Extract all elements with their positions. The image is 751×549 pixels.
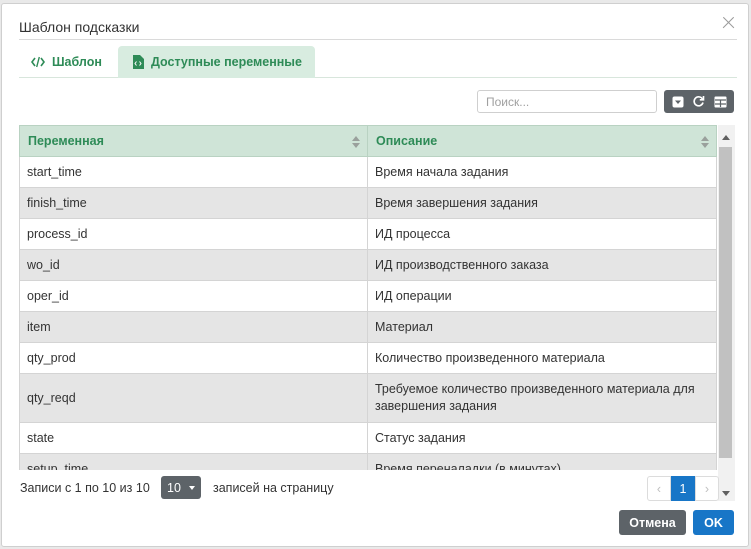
next-page-button[interactable]: ›: [695, 476, 719, 501]
cell-description: Требуемое количество произведенного мате…: [367, 373, 717, 423]
table-row[interactable]: wo_id ИД производственного заказа: [19, 249, 717, 281]
refresh-icon[interactable]: [689, 92, 709, 112]
vertical-scrollbar[interactable]: [718, 125, 735, 501]
tab-bar: Шаблон Доступные переменные: [19, 46, 737, 78]
cell-variable: item: [19, 311, 368, 343]
cell-variable: oper_id: [19, 280, 368, 312]
close-icon[interactable]: [720, 14, 738, 32]
search-input[interactable]: [477, 90, 657, 113]
table-row[interactable]: oper_id ИД операции: [19, 280, 717, 312]
cell-description: Статус задания: [367, 422, 717, 454]
cell-variable: start_time: [19, 156, 368, 188]
table-toolbar: [664, 90, 734, 113]
cell-variable: state: [19, 422, 368, 454]
cancel-button[interactable]: Отмена: [619, 510, 686, 535]
per-page-select[interactable]: 10: [161, 476, 201, 499]
cell-description: Время начала задания: [367, 156, 717, 188]
tab-template[interactable]: Шаблон: [19, 46, 115, 78]
caret-down-icon: [189, 486, 195, 490]
cell-description: ИД операции: [367, 280, 717, 312]
variables-table-container: Переменная Описание start_time Время нач…: [19, 125, 736, 470]
records-info: Записи с 1 по 10 из 10: [20, 481, 150, 495]
table-row[interactable]: process_id ИД процесса: [19, 218, 717, 250]
tab-template-label: Шаблон: [52, 55, 102, 69]
column-header-description[interactable]: Описание: [367, 125, 717, 157]
variables-table: Переменная Описание start_time Время нач…: [19, 125, 717, 470]
header-divider: [19, 39, 737, 40]
cell-description: ИД процесса: [367, 218, 717, 250]
scroll-down-icon[interactable]: [722, 491, 730, 496]
ok-button[interactable]: OK: [693, 510, 734, 535]
columns-icon[interactable]: [710, 92, 730, 112]
pagination: ‹ 1 ›: [647, 476, 719, 501]
table-row[interactable]: qty_reqd Требуемое количество произведен…: [19, 373, 717, 423]
table-row[interactable]: item Материал: [19, 311, 717, 343]
cell-description: ИД производственного заказа: [367, 249, 717, 281]
table-row[interactable]: setup_time Время переналадки (в минутах): [19, 453, 717, 470]
code-icon: [31, 56, 45, 68]
cell-variable: wo_id: [19, 249, 368, 281]
cell-description: Материал: [367, 311, 717, 343]
page-button-1[interactable]: 1: [671, 476, 695, 501]
column-header-variable[interactable]: Переменная: [19, 125, 368, 157]
cell-description: Время переналадки (в минутах): [367, 453, 717, 470]
prev-page-button[interactable]: ‹: [647, 476, 671, 501]
cell-variable: qty_prod: [19, 342, 368, 374]
table-row[interactable]: start_time Время начала задания: [19, 156, 717, 188]
cell-description: Количество произведенного материала: [367, 342, 717, 374]
per-page-label: записей на страницу: [213, 481, 334, 495]
sort-icon: [352, 136, 360, 148]
scrollbar-thumb[interactable]: [719, 147, 732, 458]
dialog-title: Шаблон подсказки: [19, 19, 140, 35]
cell-variable: finish_time: [19, 187, 368, 219]
cell-description: Время завершения задания: [367, 187, 717, 219]
cell-variable: setup_time: [19, 453, 368, 470]
document-code-icon: [132, 55, 144, 69]
tab-available-variables[interactable]: Доступные переменные: [118, 46, 315, 78]
table-row[interactable]: qty_prod Количество произведенного матер…: [19, 342, 717, 374]
dialog: Шаблон подсказки Шаблон Доступные переме…: [1, 3, 749, 547]
cell-variable: qty_reqd: [19, 373, 368, 423]
dialog-header: Шаблон подсказки: [2, 4, 748, 40]
scroll-up-icon[interactable]: [722, 135, 730, 140]
dropdown-icon[interactable]: [668, 92, 688, 112]
sort-icon: [701, 136, 709, 148]
tab-available-variables-label: Доступные переменные: [151, 55, 302, 69]
table-row[interactable]: finish_time Время завершения задания: [19, 187, 717, 219]
table-row[interactable]: state Статус задания: [19, 422, 717, 454]
cell-variable: process_id: [19, 218, 368, 250]
